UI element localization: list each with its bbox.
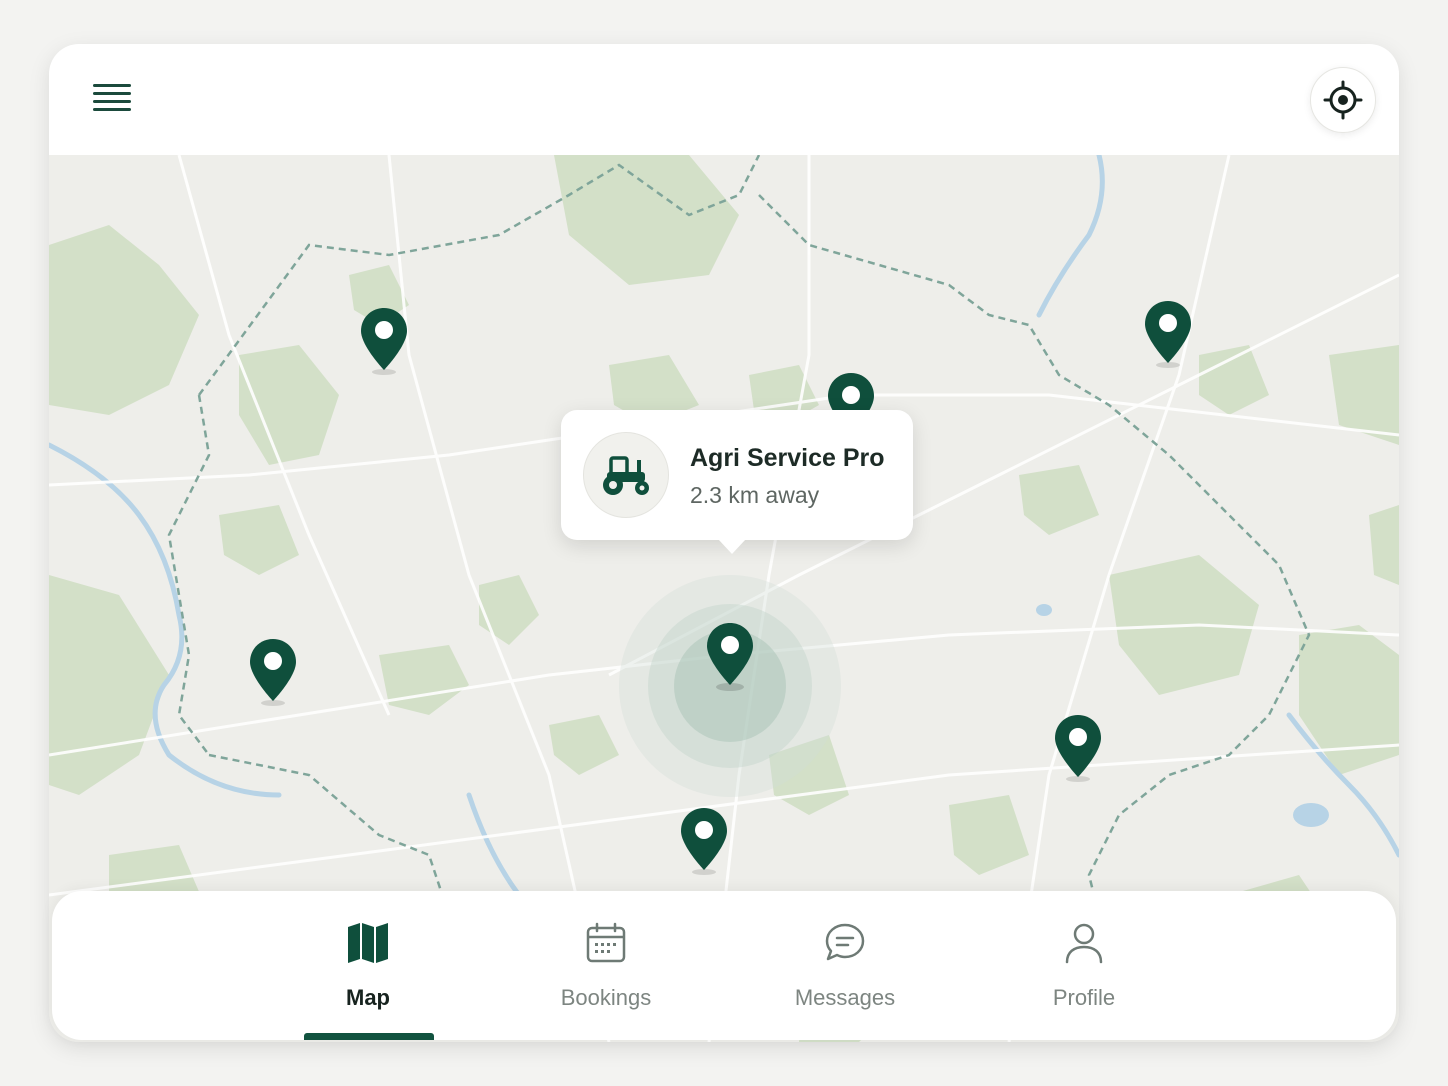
menu-button[interactable] (87, 80, 137, 120)
tab-profile-label: Profile (1052, 985, 1116, 1010)
map-pin[interactable] (679, 806, 729, 878)
provider-avatar (583, 432, 669, 518)
map-icon (348, 923, 388, 963)
tractor-icon (603, 456, 649, 495)
active-tab-indicator (304, 1033, 434, 1040)
tab-profile[interactable]: Profile (994, 891, 1174, 1040)
calendar-icon (586, 922, 626, 963)
map-pin[interactable] (1143, 299, 1193, 371)
locate-me-button[interactable] (1310, 67, 1376, 133)
tab-messages-label: Messages (794, 985, 896, 1010)
tab-messages[interactable]: Messages (755, 891, 935, 1040)
person-icon (1065, 923, 1103, 964)
bottom-tab-bar: Map Bookings Messages Profile (52, 891, 1396, 1040)
tab-map[interactable]: Map (278, 891, 458, 1040)
tab-bookings[interactable]: Bookings (516, 891, 696, 1040)
crosshair-locate-icon (1323, 80, 1363, 120)
map-pin[interactable] (359, 306, 409, 378)
tab-bookings-label: Bookings (560, 985, 652, 1010)
tab-map-label: Map (346, 985, 390, 1010)
selected-map-pin[interactable] (705, 621, 755, 693)
chat-bubble-icon (825, 923, 865, 961)
map-pin[interactable] (1053, 713, 1103, 785)
provider-callout[interactable]: Agri Service Pro 2.3 km away (561, 410, 913, 554)
provider-name: Agri Service Pro (690, 444, 885, 472)
provider-distance: 2.3 km away (690, 482, 820, 508)
hamburger-menu-icon (93, 84, 131, 111)
map-pin[interactable] (248, 637, 298, 709)
top-bar (49, 44, 1399, 155)
